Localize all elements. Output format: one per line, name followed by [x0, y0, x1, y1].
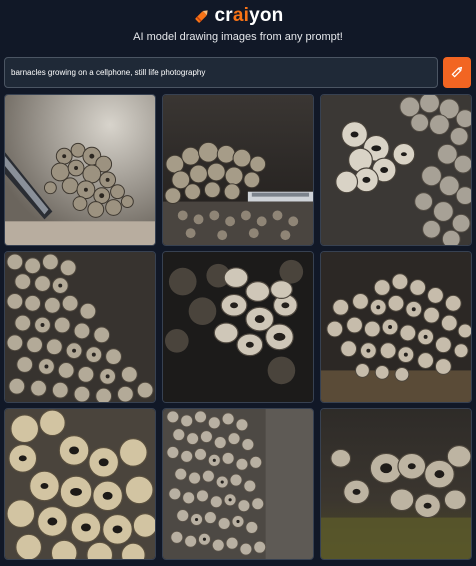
craiyon-logo[interactable]: craiyon — [0, 4, 476, 28]
result-image-7[interactable] — [4, 408, 156, 560]
tagline: AI model drawing images from any prompt! — [133, 31, 343, 43]
crayon-logo-icon — [192, 6, 212, 26]
result-image-3[interactable] — [320, 94, 472, 246]
prompt-bar — [4, 57, 471, 88]
result-image-9[interactable] — [320, 408, 472, 560]
result-image-4[interactable] — [4, 251, 156, 403]
app-header: craiyon AI model drawing images from any… — [0, 0, 476, 56]
result-image-8[interactable] — [162, 408, 314, 560]
results-grid — [4, 94, 472, 562]
result-image-1[interactable] — [4, 94, 156, 246]
prompt-input[interactable] — [4, 57, 438, 88]
pencil-icon — [450, 64, 465, 82]
result-image-6[interactable] — [320, 251, 472, 403]
result-image-2[interactable] — [162, 94, 314, 246]
logo-wordmark: craiyon — [214, 5, 284, 26]
result-image-5[interactable] — [162, 251, 314, 403]
draw-button[interactable] — [443, 57, 471, 88]
